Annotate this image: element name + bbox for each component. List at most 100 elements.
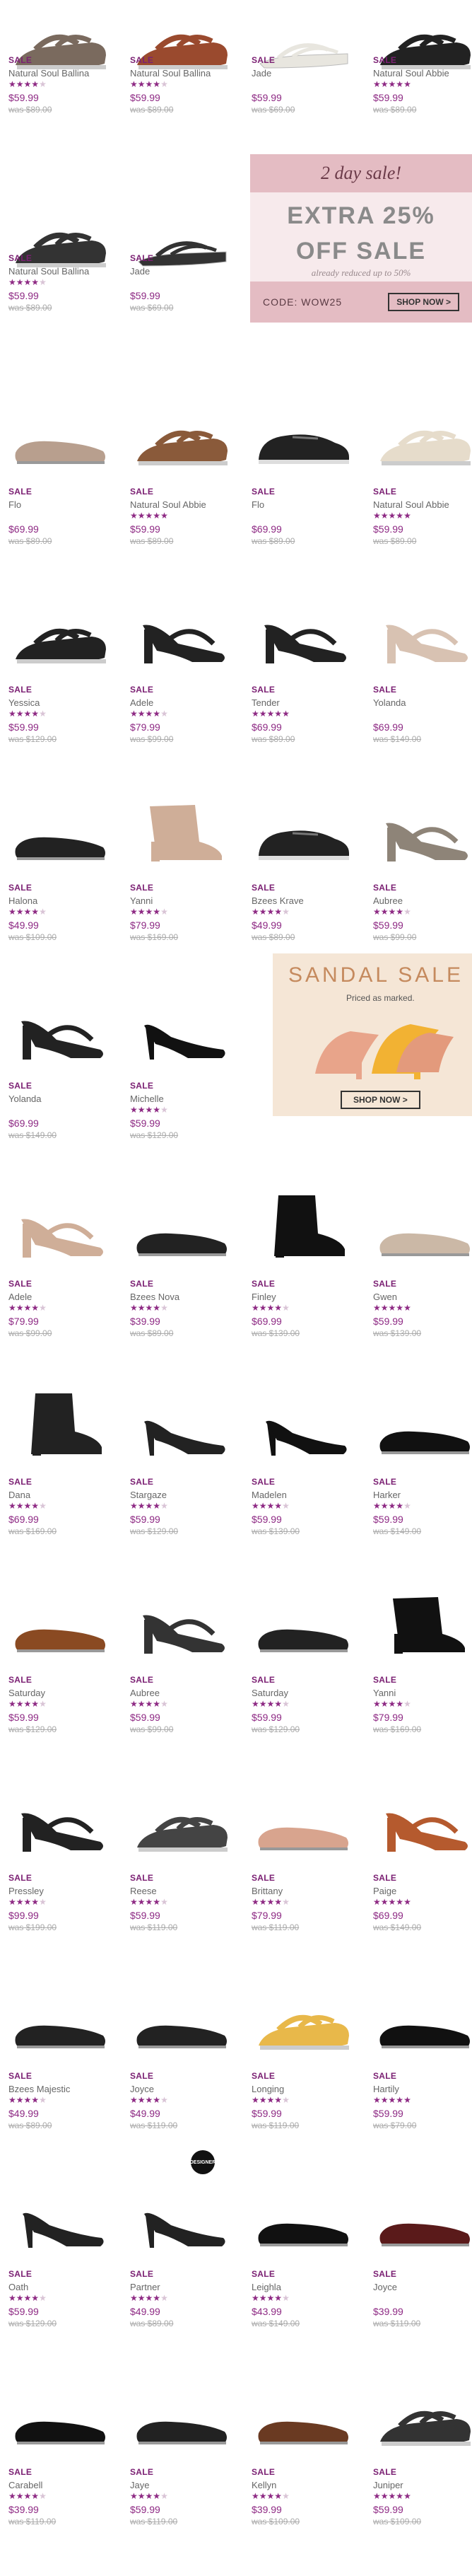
- product-image[interactable]: [7, 0, 113, 78]
- product-name[interactable]: Natural Soul Abbie: [130, 499, 206, 510]
- product-name[interactable]: Saturday: [252, 1688, 288, 1698]
- product-name[interactable]: Michelle: [130, 1093, 164, 1104]
- product-card[interactable]: SALE Brittany $79.99 was $119.00 ★★★★★: [250, 1782, 356, 1982]
- product-card[interactable]: SALE Longing $59.99 was $119.00 ★★★★★: [250, 1980, 356, 2180]
- product-name[interactable]: Brittany: [252, 1886, 283, 1896]
- sandal-sale-banner[interactable]: SANDAL SALE Priced as marked. SHOP NOW >: [273, 953, 472, 1116]
- product-image[interactable]: [250, 1980, 356, 2058]
- product-name[interactable]: Oath: [8, 2282, 28, 2292]
- product-image[interactable]: [129, 198, 235, 276]
- product-name[interactable]: Joyce: [130, 2084, 154, 2094]
- product-card[interactable]: SALE Jade $59.99 was $69.00: [129, 198, 235, 398]
- product-image[interactable]: [372, 2178, 472, 2256]
- product-name[interactable]: Reese: [130, 1886, 157, 1896]
- product-image[interactable]: [7, 1584, 113, 1662]
- product-card[interactable]: SALE Bzees Majestic $49.99 was $89.00 ★★★★★: [7, 1980, 113, 2180]
- product-image[interactable]: [129, 1584, 235, 1662]
- product-image[interactable]: [250, 1782, 356, 1860]
- product-image[interactable]: [250, 594, 356, 672]
- product-image[interactable]: [250, 1584, 356, 1662]
- product-card[interactable]: SALE Dana $69.99 was $169.00 ★★★★★: [7, 1386, 113, 1586]
- product-image[interactable]: [129, 990, 235, 1068]
- product-card[interactable]: SALE Yolanda $69.99 was $149.00: [372, 594, 472, 794]
- product-card[interactable]: SALE Joyce $49.99 was $119.00 ★★★★★: [129, 1980, 235, 2180]
- product-name[interactable]: Longing: [252, 2084, 284, 2094]
- product-card[interactable]: SALE Adele $79.99 was $99.00 ★★★★★: [129, 594, 235, 794]
- product-name[interactable]: Aubree: [373, 895, 403, 906]
- product-image[interactable]: [250, 396, 356, 474]
- product-name[interactable]: Natural Soul Abbie: [373, 499, 449, 510]
- product-card[interactable]: SALE Yanni $79.99 was $169.00 ★★★★★: [129, 792, 235, 992]
- product-image[interactable]: [129, 0, 235, 78]
- product-image[interactable]: [250, 0, 356, 78]
- product-name[interactable]: Yanni: [373, 1688, 396, 1698]
- product-card[interactable]: SALE Juniper $59.99 was $109.00 ★★★★★: [372, 2377, 472, 2576]
- product-name[interactable]: Bzees Nova: [130, 1292, 179, 1302]
- product-name[interactable]: Natural Soul Ballina: [8, 266, 89, 277]
- product-card[interactable]: SALE Gwen $59.99 was $139.00 ★★★★★: [372, 1188, 472, 1388]
- product-image[interactable]: [250, 792, 356, 870]
- product-name[interactable]: Partner: [130, 2282, 160, 2292]
- product-card[interactable]: SALE Madelen $59.99 was $139.00 ★★★★★: [250, 1386, 356, 1586]
- product-image[interactable]: [7, 396, 113, 474]
- product-name[interactable]: Carabell: [8, 2480, 42, 2490]
- product-name[interactable]: Adele: [130, 697, 153, 708]
- product-image[interactable]: [7, 1188, 113, 1266]
- product-name[interactable]: Jade: [130, 266, 150, 277]
- product-card[interactable]: SALE Yessica $59.99 was $129.00 ★★★★★: [7, 594, 113, 794]
- product-image[interactable]: [7, 198, 113, 276]
- product-name[interactable]: Pressley: [8, 1886, 44, 1896]
- product-name[interactable]: Flo: [252, 499, 264, 510]
- product-image[interactable]: [7, 1386, 113, 1464]
- product-card[interactable]: SALE Pressley $99.99 was $199.00 ★★★★★: [7, 1782, 113, 1982]
- product-card[interactable]: SALE Kellyn $39.99 was $109.00 ★★★★★: [250, 2377, 356, 2576]
- product-image[interactable]: [250, 2377, 356, 2454]
- product-card[interactable]: SALE Natural Soul Ballina $59.99 was $89.00…: [7, 198, 113, 398]
- product-name[interactable]: Juniper: [373, 2480, 403, 2490]
- product-card[interactable]: SALE Paige $69.99 was $149.00 ★★★★★: [372, 1782, 472, 1982]
- product-image[interactable]: [372, 2377, 472, 2454]
- product-image[interactable]: [129, 1188, 235, 1266]
- product-image[interactable]: [129, 792, 235, 870]
- product-card[interactable]: SALE Aubree $59.99 was $99.00 ★★★★★: [129, 1584, 235, 1784]
- product-image[interactable]: [7, 594, 113, 672]
- product-image[interactable]: [129, 2377, 235, 2454]
- product-image[interactable]: [372, 1188, 472, 1266]
- product-card[interactable]: SALE Natural Soul Abbie $59.99 was $89.00 ★★…: [129, 396, 235, 596]
- product-card[interactable]: SALE Saturday $59.99 was $129.00 ★★★★★: [7, 1584, 113, 1784]
- product-card[interactable]: SALE Yanni $79.99 was $169.00 ★★★★★: [372, 1584, 472, 1784]
- product-name[interactable]: Kellyn: [252, 2480, 276, 2490]
- two-day-sale-banner[interactable]: 2 day sale! EXTRA 25% OFF SALE already r…: [250, 154, 472, 323]
- product-image[interactable]: [372, 1980, 472, 2058]
- product-name[interactable]: Natural Soul Ballina: [130, 68, 211, 79]
- product-name[interactable]: Natural Soul Abbie: [373, 68, 449, 79]
- product-image[interactable]: [7, 1782, 113, 1860]
- product-name[interactable]: Leighla: [252, 2282, 281, 2292]
- product-card[interactable]: SALE Bzees Nova $39.99 was $89.00 ★★★★★: [129, 1188, 235, 1388]
- product-name[interactable]: Aubree: [130, 1688, 160, 1698]
- product-card[interactable]: SALE Natural Soul Ballina $59.99 was $89.00…: [129, 0, 235, 199]
- product-image[interactable]: [250, 1386, 356, 1464]
- product-card[interactable]: SALE Natural Soul Abbie $59.99 was $89.00 ★★…: [372, 396, 472, 596]
- product-card[interactable]: SALE Tender $69.99 was $89.00 ★★★★★: [250, 594, 356, 794]
- product-card[interactable]: SALE Natural Soul Ballina $59.99 was $89.00…: [7, 0, 113, 199]
- product-name[interactable]: Jaye: [130, 2480, 149, 2490]
- product-name[interactable]: Tender: [252, 697, 280, 708]
- product-image[interactable]: [372, 594, 472, 672]
- promo-shop-now-button[interactable]: SHOP NOW >: [388, 293, 459, 311]
- product-card[interactable]: SALE Adele $79.99 was $99.00 ★★★★★: [7, 1188, 113, 1388]
- product-card[interactable]: SALE Jaye $59.99 was $119.00 ★★★★★: [129, 2377, 235, 2576]
- product-name[interactable]: Joyce: [373, 2282, 397, 2292]
- sandal-shop-now-button[interactable]: SHOP NOW >: [341, 1091, 420, 1109]
- product-image[interactable]: [129, 1980, 235, 2058]
- product-card[interactable]: SALE Harker $59.99 was $149.00 ★★★★★: [372, 1386, 472, 1586]
- product-image[interactable]: [129, 1782, 235, 1860]
- product-name[interactable]: Bzees Krave: [252, 895, 304, 906]
- product-card[interactable]: SALE Leighla $43.99 was $149.00 ★★★★★: [250, 2178, 356, 2378]
- product-card[interactable]: SALE Flo $69.99 was $89.00: [7, 396, 113, 596]
- product-name[interactable]: Halona: [8, 895, 37, 906]
- product-image[interactable]: [372, 792, 472, 870]
- product-name[interactable]: Yessica: [8, 697, 40, 708]
- product-name[interactable]: Flo: [8, 499, 21, 510]
- product-image[interactable]: [250, 2178, 356, 2256]
